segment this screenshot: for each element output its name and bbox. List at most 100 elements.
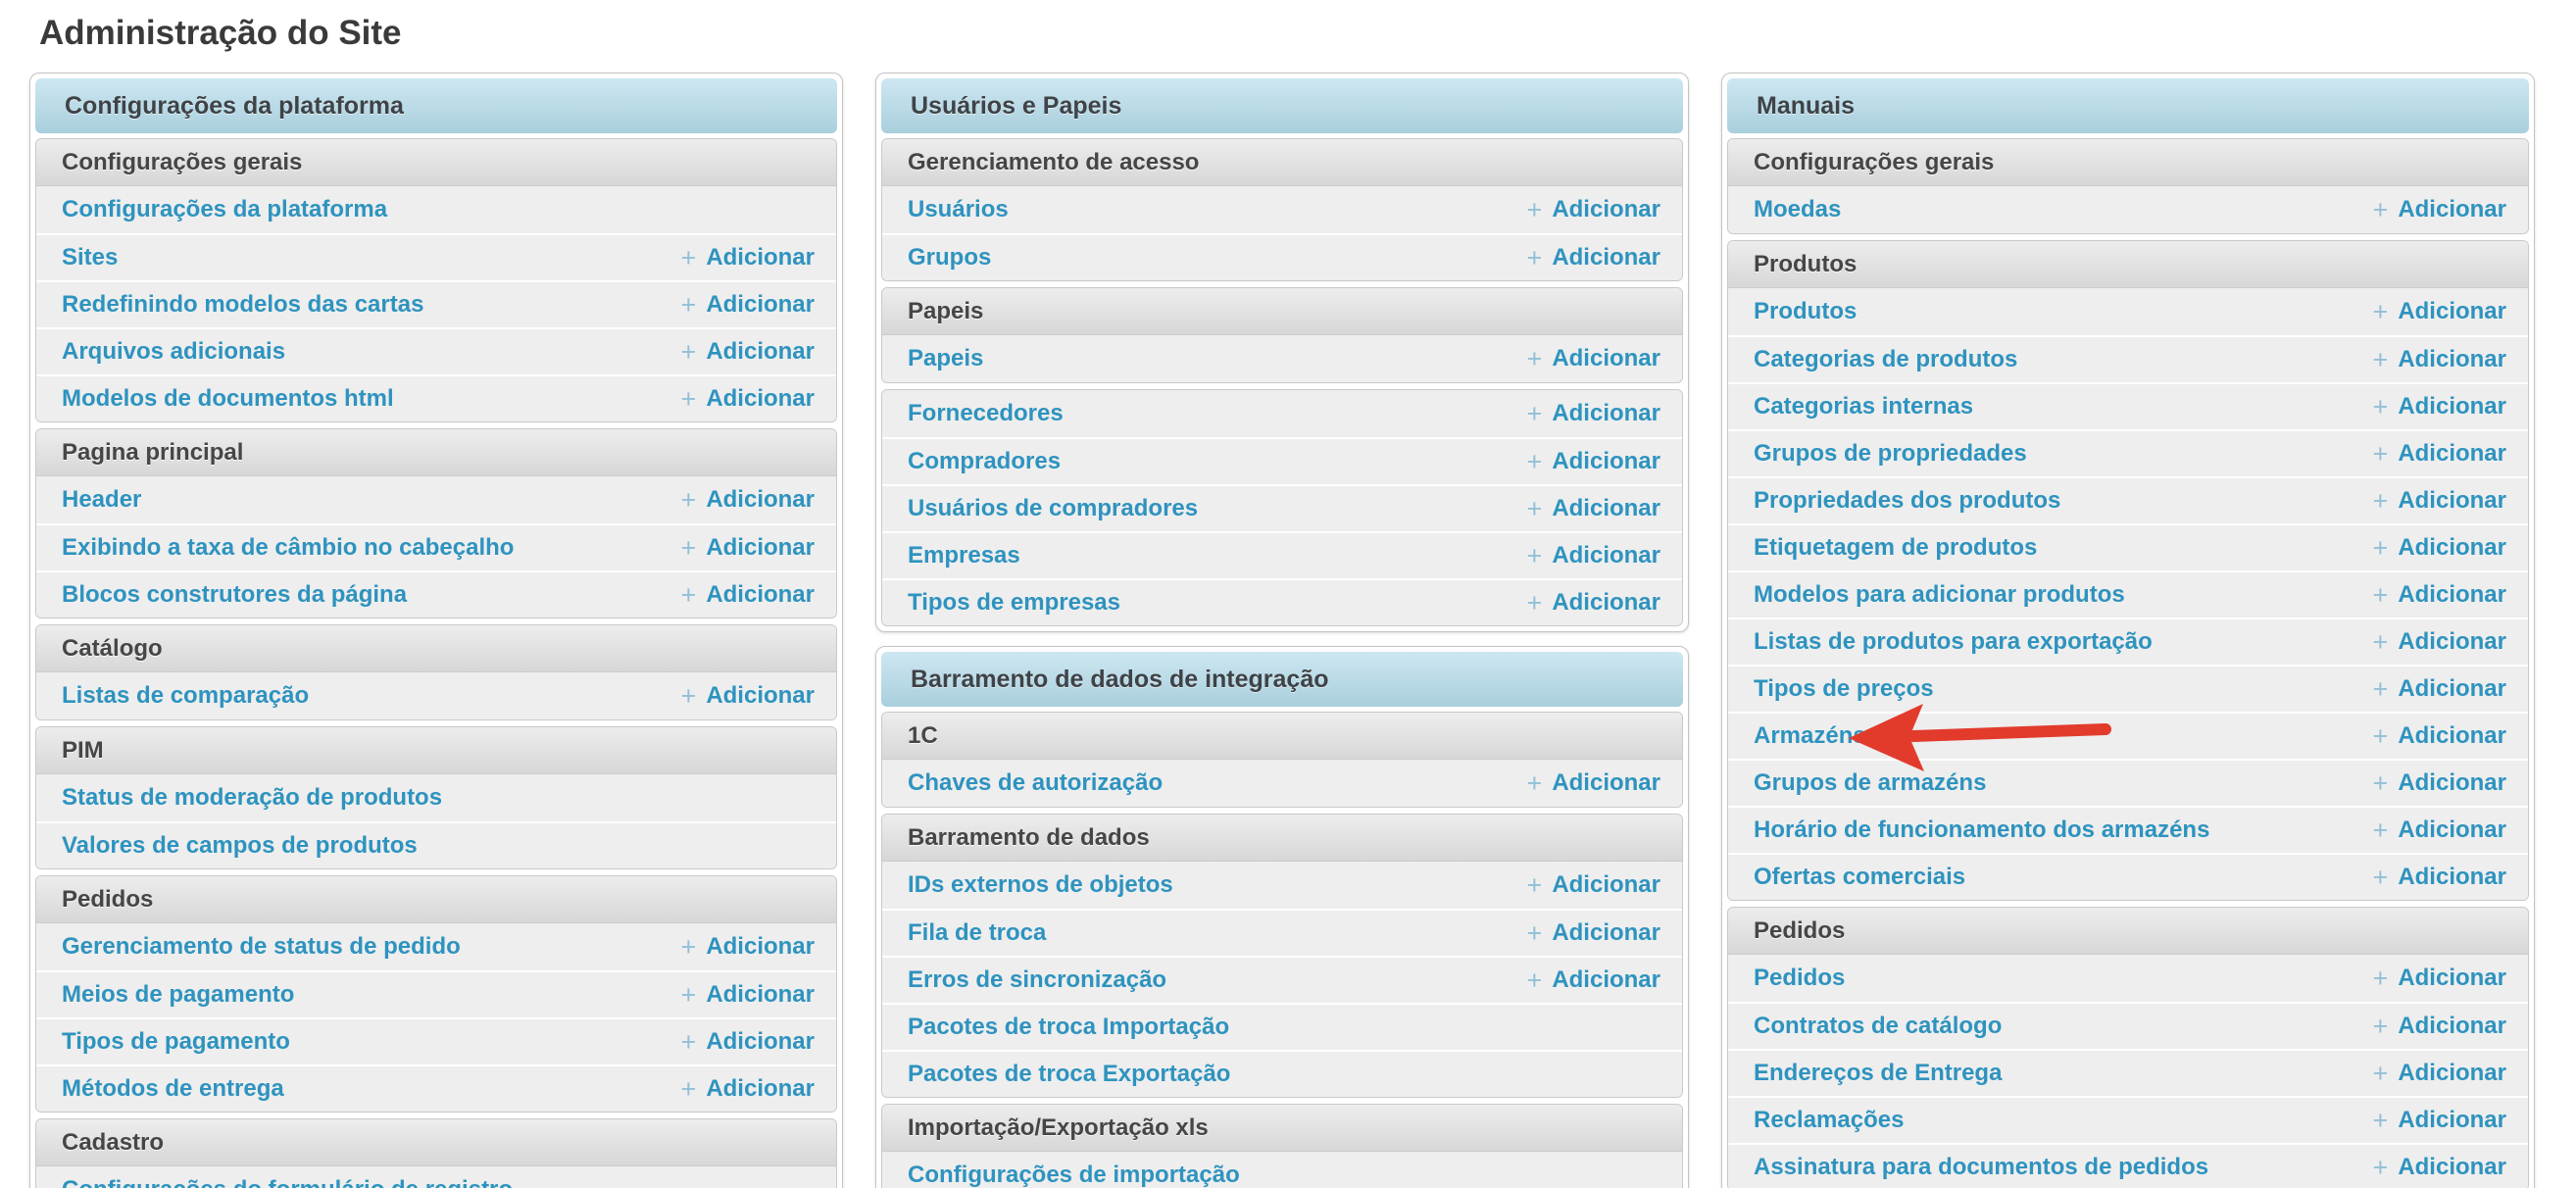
add-link[interactable]: +Adicionar — [2373, 298, 2506, 325]
model-link[interactable]: Métodos de entrega — [62, 1075, 284, 1103]
model-link[interactable]: Usuários de compradores — [908, 495, 1198, 522]
add-link[interactable]: +Adicionar — [2373, 487, 2506, 515]
add-link[interactable]: +Adicionar — [2373, 440, 2506, 468]
model-link[interactable]: Etiquetagem de produtos — [1754, 534, 2037, 562]
add-link[interactable]: +Adicionar — [681, 385, 815, 413]
add-link[interactable]: +Adicionar — [1527, 589, 1660, 617]
add-label: Adicionar — [2398, 1013, 2506, 1040]
model-link[interactable]: Compradores — [908, 448, 1061, 475]
add-link[interactable]: +Adicionar — [1527, 542, 1660, 569]
model-link[interactable]: Status de moderação de produtos — [62, 784, 442, 812]
add-link[interactable]: +Adicionar — [1527, 966, 1660, 994]
add-link[interactable]: +Adicionar — [1527, 919, 1660, 947]
model-link[interactable]: Configurações do formulário de registro — [62, 1176, 513, 1188]
model-link[interactable]: Grupos de armazéns — [1754, 769, 1986, 797]
model-link[interactable]: Header — [62, 486, 141, 514]
add-link[interactable]: +Adicionar — [681, 244, 815, 272]
add-link[interactable]: +Adicionar — [2373, 393, 2506, 421]
add-link[interactable]: +Adicionar — [1527, 495, 1660, 522]
add-link[interactable]: +Adicionar — [2373, 581, 2506, 609]
model-link[interactable]: Configurações de importação — [908, 1162, 1240, 1188]
model-link[interactable]: Blocos construtores da página — [62, 581, 407, 609]
add-link[interactable]: +Adicionar — [2373, 965, 2506, 992]
model-link[interactable]: Tipos de pagamento — [62, 1028, 290, 1056]
add-link[interactable]: +Adicionar — [2373, 675, 2506, 703]
model-link[interactable]: Pacotes de troca Importação — [908, 1014, 1229, 1041]
model-link[interactable]: Propriedades dos produtos — [1754, 487, 2060, 515]
model-link[interactable]: Categorias internas — [1754, 393, 1973, 421]
add-link[interactable]: +Adicionar — [1527, 244, 1660, 272]
model-link[interactable]: Modelos para adicionar produtos — [1754, 581, 2125, 609]
add-link[interactable]: +Adicionar — [2373, 817, 2506, 844]
model-link[interactable]: Assinatura para documentos de pedidos — [1754, 1154, 2208, 1181]
add-link[interactable]: +Adicionar — [1527, 871, 1660, 899]
add-link[interactable]: +Adicionar — [2373, 769, 2506, 797]
model-link[interactable]: Contratos de catálogo — [1754, 1013, 2002, 1040]
model-link[interactable]: Redefinindo modelos das cartas — [62, 291, 423, 319]
model-link[interactable]: Sites — [62, 244, 118, 272]
add-link[interactable]: +Adicionar — [1527, 448, 1660, 475]
plus-icon: + — [1527, 346, 1543, 372]
module-caption: Gerenciamento de acesso — [882, 139, 1682, 186]
add-link[interactable]: +Adicionar — [2373, 1060, 2506, 1087]
model-link[interactable]: Listas de produtos para exportação — [1754, 628, 2153, 656]
add-link[interactable]: +Adicionar — [2373, 722, 2506, 750]
model-link[interactable]: Usuários — [908, 196, 1009, 223]
model-link[interactable]: Listas de comparação — [62, 682, 309, 710]
module: PedidosGerenciamento de status de pedido… — [35, 875, 837, 1113]
model-link[interactable]: Exibindo a taxa de câmbio no cabeçalho — [62, 534, 514, 562]
add-link[interactable]: +Adicionar — [681, 486, 815, 514]
model-link[interactable]: Arquivos adicionais — [62, 338, 285, 366]
model-link[interactable]: Papeis — [908, 345, 983, 372]
add-link[interactable]: +Adicionar — [681, 581, 815, 609]
model-link[interactable]: Grupos de propriedades — [1754, 440, 2027, 468]
add-link[interactable]: +Adicionar — [1527, 400, 1660, 427]
model-link[interactable]: Pacotes de troca Exportação — [908, 1061, 1230, 1088]
add-link[interactable]: +Adicionar — [1527, 769, 1660, 797]
model-link[interactable]: Categorias de produtos — [1754, 346, 2017, 373]
model-link[interactable]: Ofertas comerciais — [1754, 864, 1965, 891]
model-link[interactable]: Moedas — [1754, 196, 1841, 223]
add-link[interactable]: +Adicionar — [2373, 1013, 2506, 1040]
model-link[interactable]: Produtos — [1754, 298, 1857, 325]
model-link[interactable]: Grupos — [908, 244, 991, 272]
add-link[interactable]: +Adicionar — [681, 291, 815, 319]
model-link[interactable]: Armazéns — [1754, 722, 1866, 750]
model-link[interactable]: Configurações da plataforma — [62, 196, 387, 223]
add-link[interactable]: +Adicionar — [2373, 346, 2506, 373]
add-label: Adicionar — [1552, 196, 1660, 223]
add-link[interactable]: +Adicionar — [1527, 345, 1660, 372]
model-link[interactable]: Pedidos — [1754, 965, 1845, 992]
add-link[interactable]: +Adicionar — [2373, 196, 2506, 223]
model-link[interactable]: Gerenciamento de status de pedido — [62, 933, 461, 961]
add-link[interactable]: +Adicionar — [2373, 628, 2506, 656]
model-link[interactable]: Tipos de empresas — [908, 589, 1120, 617]
add-link[interactable]: +Adicionar — [2373, 1107, 2506, 1134]
model-link[interactable]: Fornecedores — [908, 400, 1064, 427]
add-link[interactable]: +Adicionar — [681, 1028, 815, 1056]
model-link[interactable]: Meios de pagamento — [62, 981, 294, 1009]
add-link[interactable]: +Adicionar — [681, 1075, 815, 1103]
model-link[interactable]: Horário de funcionamento dos armazéns — [1754, 817, 2209, 844]
add-link[interactable]: +Adicionar — [2373, 864, 2506, 891]
add-link[interactable]: +Adicionar — [2373, 534, 2506, 562]
model-link[interactable]: Fila de troca — [908, 919, 1046, 947]
model-link[interactable]: Empresas — [908, 542, 1020, 569]
model-link[interactable]: Erros de sincronização — [908, 966, 1166, 994]
model-link[interactable]: Reclamações — [1754, 1107, 1904, 1134]
add-link[interactable]: +Adicionar — [1527, 196, 1660, 223]
add-link[interactable]: +Adicionar — [681, 534, 815, 562]
model-link[interactable]: Modelos de documentos html — [62, 385, 394, 413]
add-link[interactable]: +Adicionar — [681, 933, 815, 961]
plus-icon: + — [681, 339, 697, 366]
model-link[interactable]: Tipos de preços — [1754, 675, 1934, 703]
add-link[interactable]: +Adicionar — [681, 981, 815, 1009]
panel-header: Configurações da plataforma — [35, 78, 837, 133]
add-link[interactable]: +Adicionar — [681, 338, 815, 366]
model-link[interactable]: Endereços de Entrega — [1754, 1060, 2002, 1087]
model-link[interactable]: IDs externos de objetos — [908, 871, 1173, 899]
model-link[interactable]: Valores de campos de produtos — [62, 832, 418, 860]
add-link[interactable]: +Adicionar — [2373, 1154, 2506, 1181]
model-link[interactable]: Chaves de autorização — [908, 769, 1163, 797]
add-link[interactable]: +Adicionar — [681, 682, 815, 710]
